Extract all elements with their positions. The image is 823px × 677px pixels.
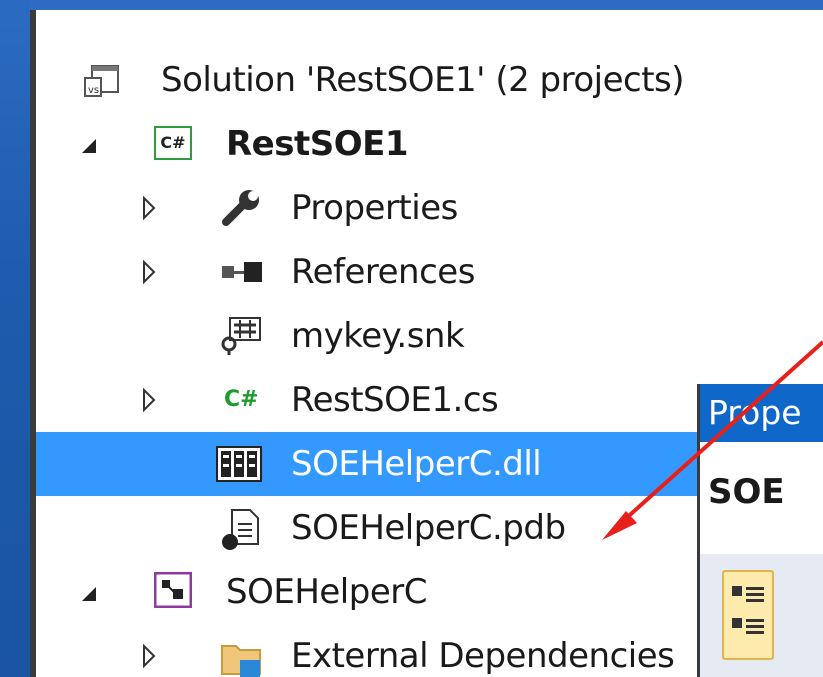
annotation-arrow (602, 340, 823, 540)
